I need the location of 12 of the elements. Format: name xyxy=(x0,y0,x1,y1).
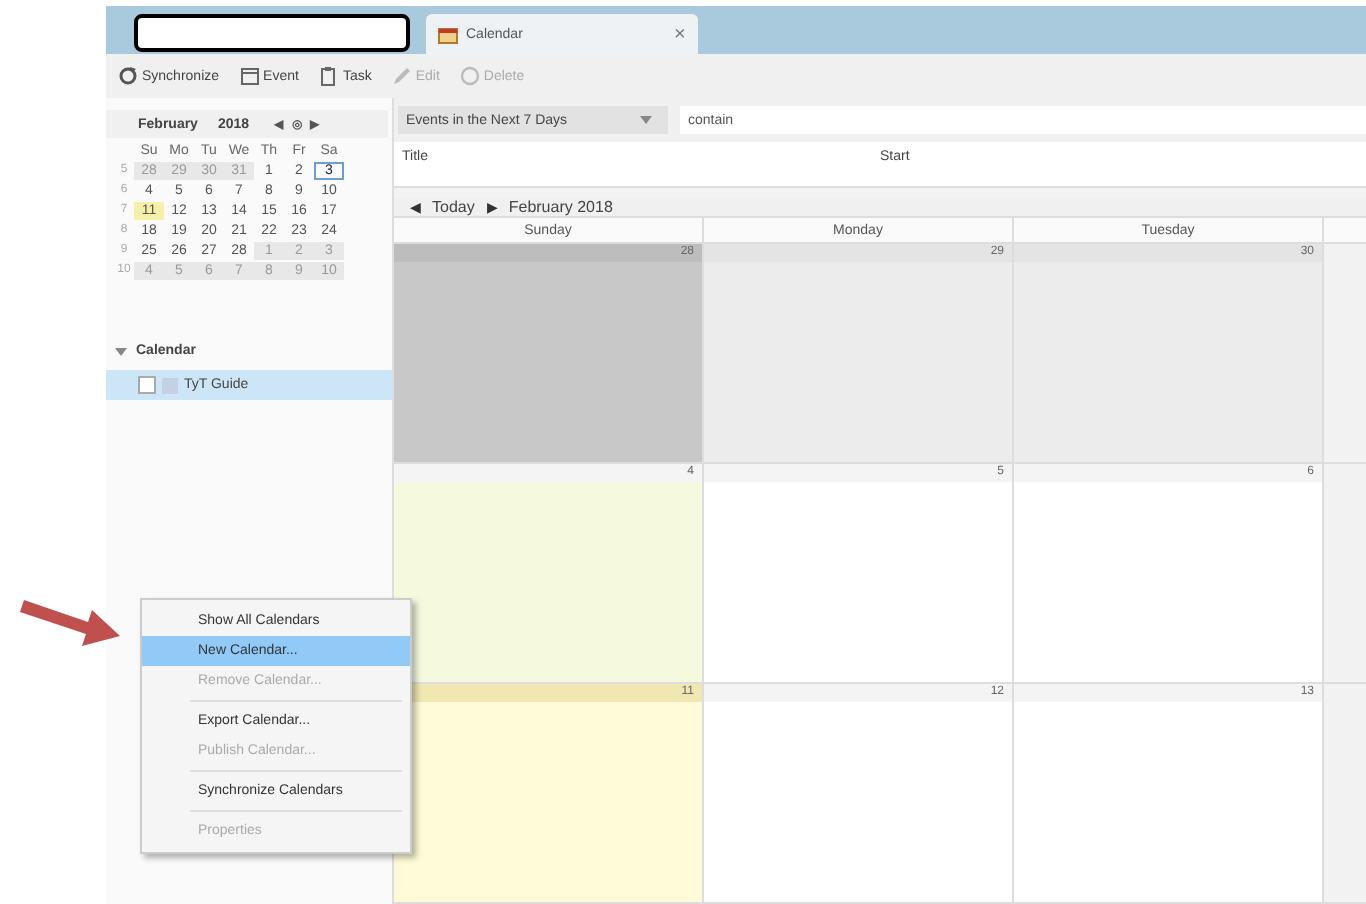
checkbox[interactable] xyxy=(138,376,156,394)
calendar-icon xyxy=(438,25,458,43)
circle-icon xyxy=(459,66,480,86)
today-button[interactable]: Today xyxy=(432,198,475,216)
clipboard-icon xyxy=(318,66,339,86)
dropdown-caret-icon xyxy=(640,116,652,124)
expand-arrow-icon[interactable] xyxy=(114,344,128,358)
period-label: February 2018 xyxy=(508,198,613,216)
calendar-icon xyxy=(239,66,260,86)
pencil-icon xyxy=(391,66,412,86)
close-icon[interactable]: × xyxy=(674,23,686,45)
sync-icon xyxy=(118,66,138,86)
